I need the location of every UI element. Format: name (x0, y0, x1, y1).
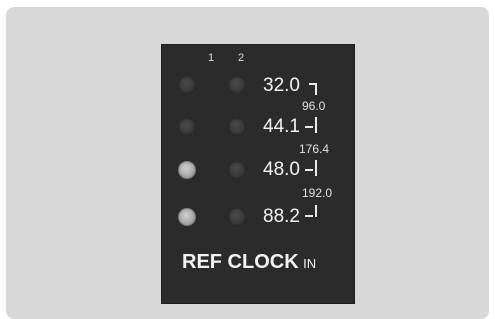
led-88-2-col2 (228, 208, 246, 226)
column-label-2: 2 (238, 52, 245, 64)
rate-label-192-0: 192.0 (302, 186, 333, 200)
led-44-1-col1 (178, 118, 196, 136)
ref-clock-label: REF CLOCK (182, 251, 299, 273)
led-88-2-col1 (178, 208, 196, 226)
rate-label-176-4: 176.4 (299, 142, 330, 156)
led-32-0-col1 (178, 76, 196, 94)
ref-clock-panel: 1 2 32.0 96.0 44.1 176.4 48.0 192.0 88.2… (161, 44, 355, 304)
bracket-32-0 (309, 83, 317, 95)
led-32-0-col2 (228, 76, 246, 94)
led-48-0-col2 (228, 161, 246, 179)
panel-card: 1 2 32.0 96.0 44.1 176.4 48.0 192.0 88.2… (6, 7, 489, 319)
led-48-0-col1 (178, 161, 196, 179)
rate-label-48-0: 48.0 (263, 159, 300, 180)
rate-label-44-1: 44.1 (263, 116, 300, 137)
ref-clock-in-label: REF CLOCK IN (182, 251, 316, 274)
bracket-48-0 (309, 160, 317, 176)
rate-label-88-2: 88.2 (263, 206, 300, 227)
in-label: IN (303, 256, 317, 271)
bracket-tick-44-1 (305, 126, 313, 128)
column-label-1: 1 (208, 52, 215, 64)
led-44-1-col2 (228, 118, 246, 136)
rate-label-32-0: 32.0 (263, 75, 300, 96)
rate-label-96-0: 96.0 (302, 99, 326, 113)
bracket-tick-88-2 (305, 215, 313, 217)
bracket-tick-48-0 (305, 169, 313, 171)
bracket-44-1 (309, 117, 317, 133)
